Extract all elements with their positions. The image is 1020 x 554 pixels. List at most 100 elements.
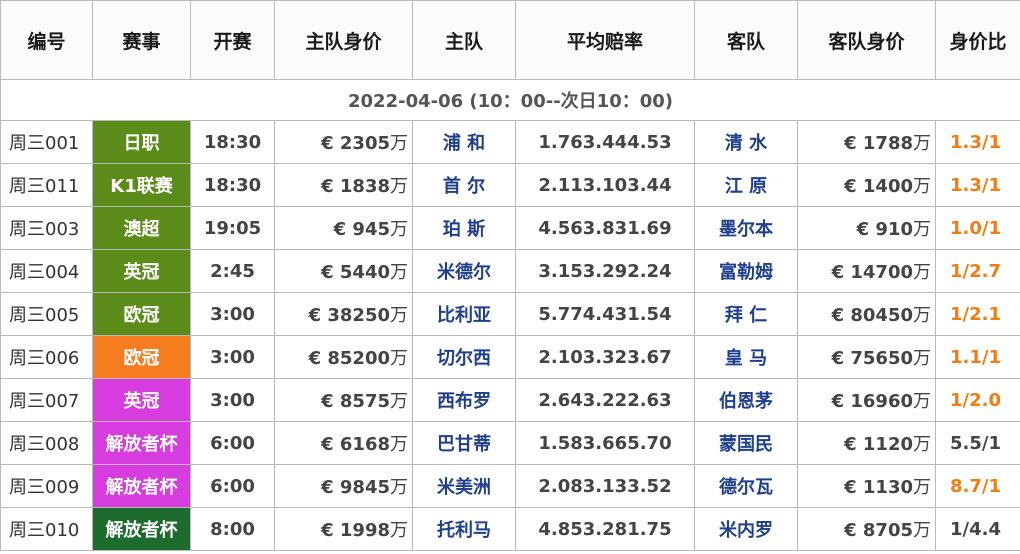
average-odds: 2.113.103.44: [515, 163, 695, 207]
value-unit: 万: [913, 348, 931, 369]
away-value-amount: 1788: [862, 133, 913, 154]
league-badge: 解放者杯: [92, 507, 191, 551]
match-id: 周三010: [0, 507, 93, 551]
match-id: 周三008: [0, 421, 93, 465]
league-badge: 澳超: [92, 206, 191, 250]
header-odds: 平均赔率: [515, 0, 695, 80]
average-odds: 2.643.222.63: [515, 378, 695, 422]
home-value-amount: 85200: [327, 348, 390, 369]
currency-symbol: €: [831, 262, 845, 283]
match-id: 周三007: [0, 378, 93, 422]
kickoff-time: 18:30: [190, 120, 275, 164]
currency-symbol: €: [333, 219, 347, 240]
value-unit: 万: [913, 305, 931, 326]
league-badge: 英冠: [92, 378, 191, 422]
home-team: 米德尔: [412, 249, 516, 293]
home-value-amount: 6168: [339, 434, 390, 455]
kickoff-time: 3:00: [190, 335, 275, 379]
header-away-value: 客队身价: [797, 0, 936, 80]
league-badge: 日职: [92, 120, 191, 164]
kickoff-time: 3:00: [190, 378, 275, 422]
table-row: 周三004 英冠 2:45 € 5440万 米德尔 3.153.292.24 富勒姆 € 14…: [0, 249, 1020, 293]
average-odds: 4.563.831.69: [515, 206, 695, 250]
league-badge: 英冠: [92, 249, 191, 293]
home-value-amount: 1998: [339, 520, 390, 541]
currency-symbol: €: [844, 133, 857, 154]
league-badge: 解放者杯: [92, 421, 191, 465]
value-unit: 万: [390, 133, 408, 154]
header-home-value: 主队身价: [274, 0, 413, 80]
table-row: 周三005 欧冠 3:00 € 38250万 比利亚 5.774.431.54 拜 仁 € 8…: [0, 292, 1020, 336]
league-badge: K1联赛: [92, 163, 191, 207]
home-value: € 945万: [274, 206, 413, 250]
value-ratio: 1/2.7: [935, 249, 1020, 293]
value-ratio: 1.3/1: [935, 120, 1020, 164]
away-value: € 910万: [797, 206, 936, 250]
value-unit: 万: [390, 176, 408, 197]
date-row: 2022-04-06 (10：00--次日10：00): [0, 79, 1020, 121]
table-row: 周三003 澳超 19:05 € 945万珀 斯 4.563.831.69 墨尔本 € 91…: [0, 206, 1020, 250]
away-value: € 8705万: [797, 507, 936, 551]
value-unit: 万: [913, 133, 931, 154]
table-row: 周三011 K1联赛 18:30 € 1838万首 尔 2.113.103.44 江 原 €…: [0, 163, 1020, 207]
table-row: 周三006 欧冠 3:00 € 85200万 切尔西 2.103.323.67 皇 马 € 7…: [0, 335, 1020, 379]
away-team: 德尔瓦: [694, 464, 798, 508]
away-team: 富勒姆: [694, 249, 798, 293]
currency-symbol: €: [321, 391, 334, 412]
away-value: € 14700万: [797, 249, 936, 293]
home-value: € 5440万: [274, 249, 413, 293]
match-id: 周三006: [0, 335, 93, 379]
value-unit: 万: [913, 262, 931, 283]
currency-symbol: €: [844, 477, 857, 498]
home-value-amount: 1838: [339, 176, 390, 197]
home-value: € 85200万: [274, 335, 413, 379]
value-ratio: 5.5/1: [935, 421, 1020, 465]
match-id: 周三009: [0, 464, 93, 508]
away-value-amount: 1120: [862, 434, 913, 455]
home-value: € 2305万: [274, 120, 413, 164]
currency-symbol: €: [321, 520, 334, 541]
league-badge: 欧冠: [92, 335, 191, 379]
away-team: 清 水: [694, 120, 798, 164]
currency-symbol: €: [856, 219, 870, 240]
away-team: 蒙国民: [694, 421, 798, 465]
header-home: 主队: [412, 0, 516, 80]
away-value-amount: 75650: [850, 348, 913, 369]
currency-symbol: €: [831, 348, 845, 369]
header-row: 编号 赛事 开赛 主队身价 主队 平均赔率 客队 客队身价 身价比: [0, 0, 1020, 80]
away-team: 米内罗: [694, 507, 798, 551]
away-team: 皇 马: [694, 335, 798, 379]
date-range: 2022-04-06 (10：00--次日10：00): [0, 79, 1020, 121]
value-unit: 万: [390, 520, 408, 541]
average-odds: 3.153.292.24: [515, 249, 695, 293]
average-odds: 2.103.323.67: [515, 335, 695, 379]
home-team: 西布罗: [412, 378, 516, 422]
average-odds: 5.774.431.54: [515, 292, 695, 336]
away-value-amount: 14700: [850, 262, 913, 283]
match-table: 编号 赛事 开赛 主队身价 主队 平均赔率 客队 客队身价 身价比 2022-0…: [0, 0, 1020, 551]
average-odds: 1.763.444.53: [515, 120, 695, 164]
currency-symbol: €: [831, 305, 845, 326]
home-value: € 38250万: [274, 292, 413, 336]
away-value: € 16960万: [797, 378, 936, 422]
value-unit: 万: [913, 219, 931, 240]
league-badge: 解放者杯: [92, 464, 191, 508]
match-id: 周三001: [0, 120, 93, 164]
currency-symbol: €: [844, 520, 857, 541]
value-ratio: 1/2.0: [935, 378, 1020, 422]
match-id: 周三011: [0, 163, 93, 207]
value-unit: 万: [390, 348, 408, 369]
match-id: 周三005: [0, 292, 93, 336]
away-value-amount: 8705: [862, 520, 913, 541]
home-value: € 1998万: [274, 507, 413, 551]
value-ratio: 1.3/1: [935, 163, 1020, 207]
table-row: 周三007 英冠 3:00 € 8575万 西布罗 2.643.222.63 伯恩茅 € 16…: [0, 378, 1020, 422]
currency-symbol: €: [844, 176, 857, 197]
value-unit: 万: [913, 434, 931, 455]
home-value: € 1838万: [274, 163, 413, 207]
away-value: € 1130万: [797, 464, 936, 508]
away-value-amount: 1400: [862, 176, 913, 197]
value-unit: 万: [913, 176, 931, 197]
value-unit: 万: [913, 391, 931, 412]
home-team: 首 尔: [412, 163, 516, 207]
